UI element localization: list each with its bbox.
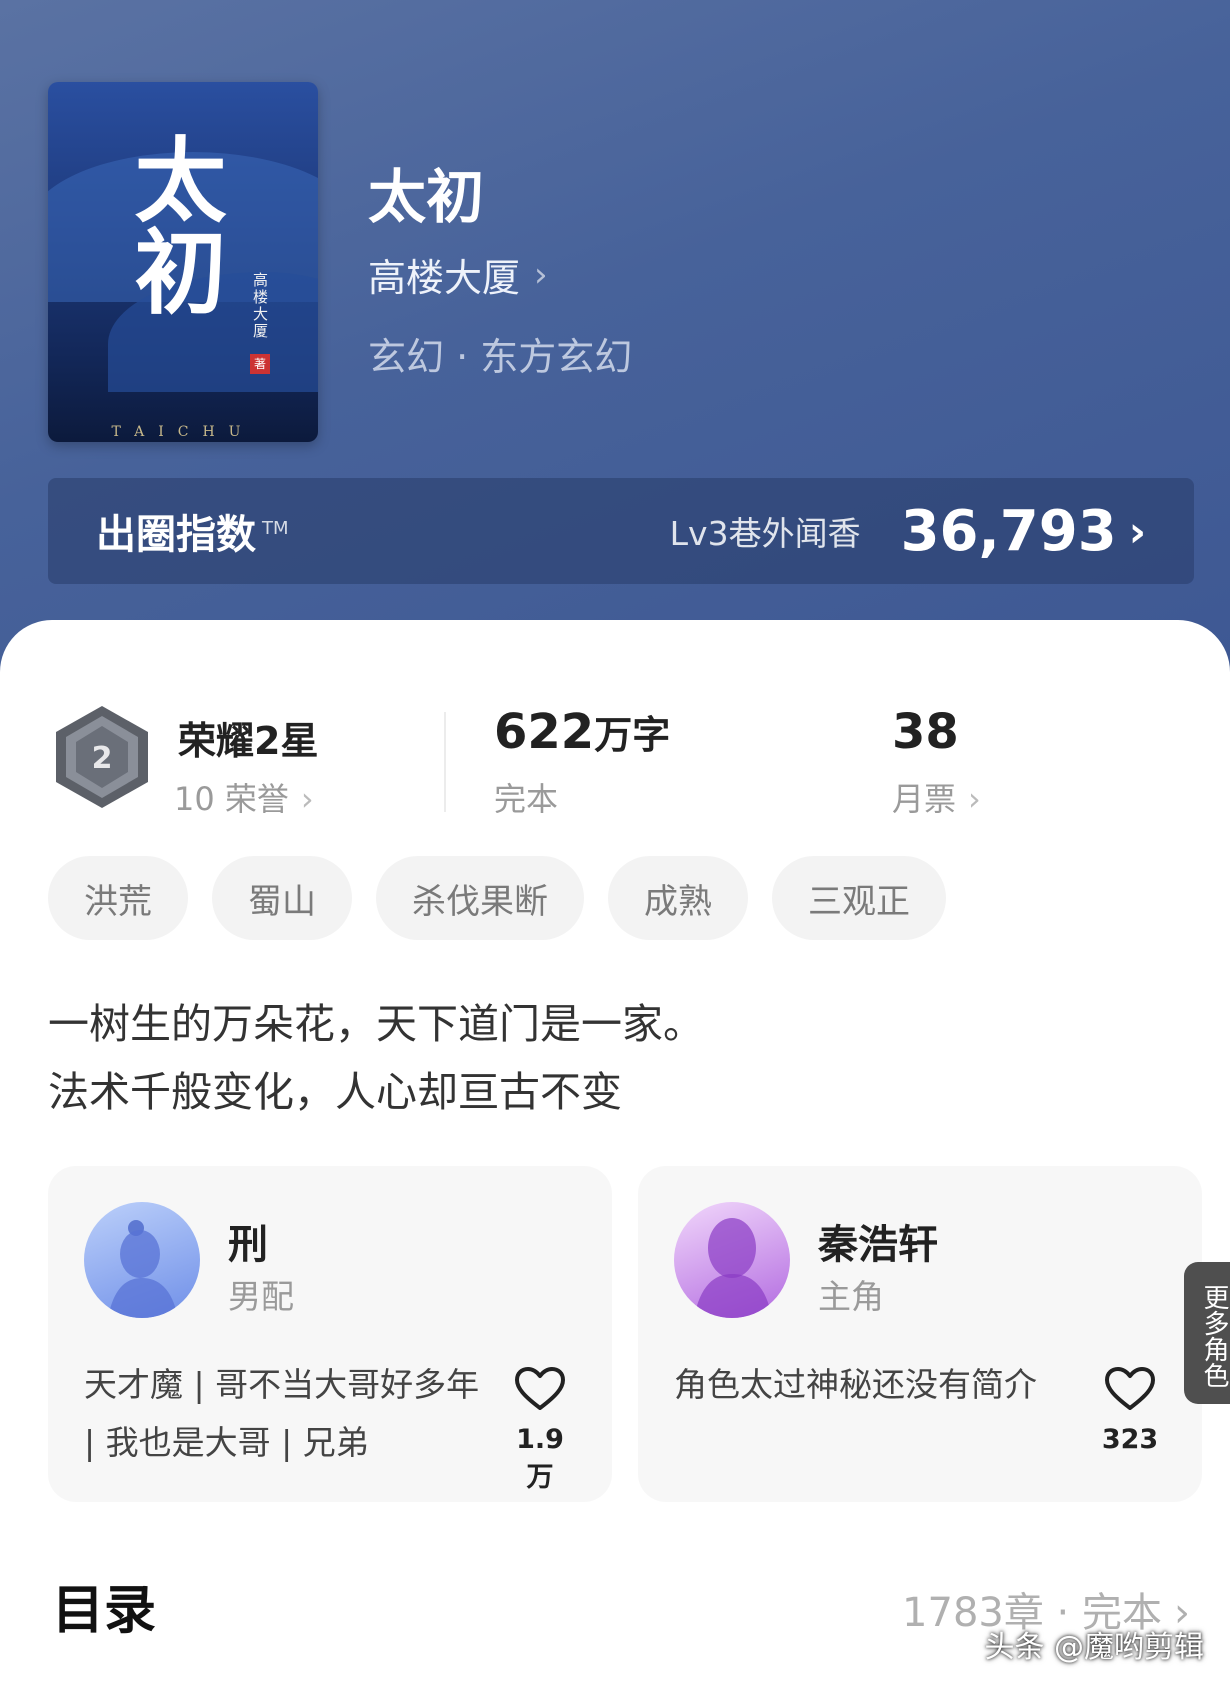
heart-icon (1105, 1367, 1155, 1410)
book-detail-panel: 2 荣耀2星 10 荣誉 › 622万字 完本 38 月票 › 洪荒 蜀山 杀伐果断… (0, 620, 1230, 1685)
completion-status: 完本 (494, 780, 559, 818)
genre-label: 玄幻 · 东方玄幻 (368, 335, 633, 379)
character-card[interactable]: 刑 男配 天才魔 | 哥不当大哥好多年 | 我也是大哥 | 兄弟 1.9万 (48, 1166, 612, 1502)
author-link[interactable]: 高楼大厦 › (368, 247, 548, 302)
tag-chip[interactable]: 杀伐果断 (376, 856, 584, 940)
honor-badge-icon[interactable]: 2 (52, 704, 152, 810)
index-value: 36,793 › (900, 498, 1146, 564)
chevron-right-icon: › (1128, 506, 1146, 556)
cover-title-calligraphy: 太初 (119, 132, 227, 316)
more-characters-button[interactable]: 更多角色 (1184, 1262, 1230, 1404)
character-description: 角色太过神秘还没有简介 (674, 1365, 1037, 1404)
stats-row: 2 荣耀2星 10 荣誉 › 622万字 完本 38 月票 › (0, 682, 1230, 818)
character-role-type: 主角 (818, 1277, 884, 1316)
word-count: 622万字 (494, 704, 671, 760)
tag-list: 洪荒 蜀山 杀伐果断 成熟 三观正 (48, 856, 946, 940)
chevron-right-icon: › (968, 780, 981, 818)
tag-chip[interactable]: 洪荒 (48, 856, 188, 940)
like-button[interactable]: 1.9万 (504, 1366, 576, 1494)
heart-icon (515, 1367, 565, 1410)
monthly-votes-link[interactable]: 月票 › (892, 774, 981, 820)
monthly-votes-count: 38 (892, 704, 959, 760)
svg-text:2: 2 (92, 741, 113, 776)
tag-chip[interactable]: 成熟 (608, 856, 748, 940)
tag-chip[interactable]: 蜀山 (212, 856, 352, 940)
index-level: Lv3巷外闻香 (669, 514, 861, 553)
honor-count-link[interactable]: 10 荣誉 › (174, 774, 314, 820)
index-label: 出圈指数 TM (96, 512, 289, 558)
character-name: 秦浩轩 (818, 1222, 938, 1268)
like-count: 323 (1101, 1424, 1159, 1455)
avatar (674, 1202, 790, 1318)
avatar (84, 1202, 200, 1318)
book-cover[interactable]: 太初 高楼大厦 著 TAICHU (48, 82, 318, 442)
book-title: 太初 (368, 163, 485, 231)
cover-pinyin: TAICHU (111, 424, 255, 440)
stats-divider (444, 712, 446, 812)
character-role-type: 男配 (228, 1277, 294, 1316)
author-name: 高楼大厦 (368, 256, 521, 300)
tag-chip[interactable]: 三观正 (772, 856, 946, 940)
index-right: Lv3巷外闻香 36,793 › (670, 499, 1146, 564)
chevron-right-icon: › (300, 780, 314, 818)
book-header: 太初 高楼大厦 著 TAICHU 太初 高楼大厦 › 玄幻 · 东方玄幻 出圈指… (0, 0, 1230, 680)
trademark-mark: TM (262, 517, 289, 539)
synopsis-line: 一树生的万朵花，天下道门是一家。 (48, 1000, 704, 1048)
cover-seal: 著 (250, 354, 270, 374)
book-synopsis[interactable]: 一树生的万朵花，天下道门是一家。 法术千般变化，人心却亘古不变 (48, 990, 704, 1126)
like-count: 1.9万 (516, 1424, 564, 1493)
honor-level: 荣耀2星 (178, 719, 319, 763)
chevron-right-icon: › (534, 254, 548, 295)
popularity-index-bar[interactable]: 出圈指数 TM Lv3巷外闻香 36,793 › (48, 478, 1194, 584)
cover-author-text: 高楼大厦 (251, 272, 269, 340)
table-of-contents-title: 目录 (52, 1581, 157, 1641)
character-card[interactable]: 秦浩轩 主角 角色太过神秘还没有简介 323 (638, 1166, 1202, 1502)
character-description: 天才魔 | 哥不当大哥好多年 | 我也是大哥 | 兄弟 (84, 1365, 480, 1462)
character-name: 刑 (228, 1222, 268, 1268)
like-button[interactable]: 323 (1094, 1366, 1166, 1455)
character-cards: 刑 男配 天才魔 | 哥不当大哥好多年 | 我也是大哥 | 兄弟 1.9万 秦浩… (48, 1166, 1230, 1502)
watermark: 头条 @魔哟剪辑 (984, 1630, 1204, 1665)
synopsis-line: 法术千般变化，人心却亘古不变 (48, 1068, 622, 1116)
